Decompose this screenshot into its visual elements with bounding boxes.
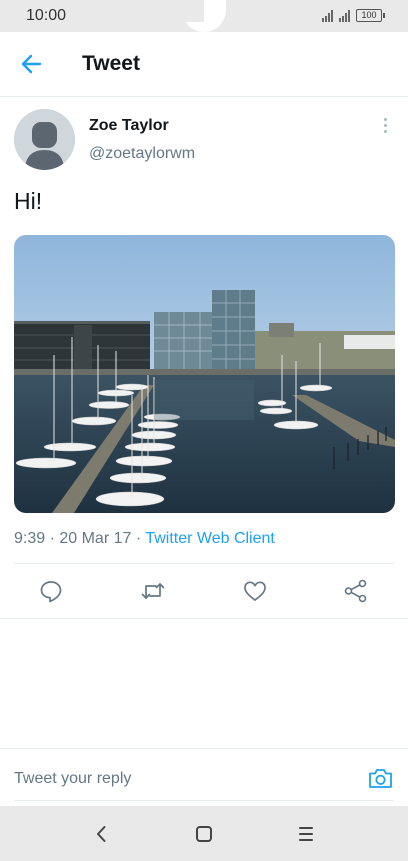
user-handle[interactable]: @zoetaylorwm	[89, 145, 195, 163]
status-icons: 100	[322, 9, 385, 22]
tweet-text: Hi!	[14, 188, 43, 214]
battery-icon: 100	[356, 9, 385, 22]
retweet-button[interactable]	[140, 578, 166, 604]
divider	[14, 800, 394, 801]
reply-input[interactable]	[14, 766, 354, 792]
nav-menu-button[interactable]	[294, 822, 318, 846]
tweet-timestamp: 9:39 · 20 Mar 17 ·	[14, 530, 146, 547]
camera-notch	[182, 0, 226, 32]
share-button[interactable]	[343, 578, 369, 604]
reply-button[interactable]	[38, 578, 64, 604]
system-nav-bar	[0, 806, 408, 861]
square-icon	[196, 826, 212, 842]
like-icon	[244, 581, 266, 601]
default-avatar-icon	[14, 109, 75, 170]
status-time: 10:00	[26, 7, 67, 24]
divider	[14, 563, 394, 564]
camera-button[interactable]	[367, 765, 394, 792]
avatar[interactable]	[14, 109, 75, 170]
reply-icon	[40, 581, 62, 603]
menu-icon	[299, 827, 313, 841]
app-header: Tweet	[0, 32, 408, 97]
dot-icon	[383, 118, 387, 121]
like-button[interactable]	[242, 578, 268, 604]
share-icon	[344, 579, 367, 603]
signal-icon	[322, 9, 333, 22]
signal-icon	[339, 9, 350, 22]
retweet-icon	[141, 583, 165, 599]
dot-icon	[383, 124, 387, 127]
status-bar: 10:00 100	[0, 0, 408, 32]
tweet-photo[interactable]	[14, 235, 395, 513]
arrow-left-icon	[21, 54, 42, 74]
dot-icon	[383, 130, 387, 133]
tweet-meta: 9:39 · 20 Mar 17 · Twitter Web Client	[14, 530, 275, 548]
divider	[0, 618, 408, 619]
more-options-button[interactable]	[378, 118, 392, 136]
page-title: Tweet	[82, 52, 140, 75]
camera-icon	[369, 769, 392, 788]
back-button[interactable]	[18, 50, 46, 78]
nav-back-button[interactable]	[90, 822, 114, 846]
user-name[interactable]: Zoe Taylor	[89, 117, 169, 135]
chevron-left-icon	[97, 826, 106, 842]
marina-photo-image	[14, 235, 395, 513]
divider	[0, 748, 408, 749]
tweet-source-link[interactable]: Twitter Web Client	[145, 530, 275, 547]
nav-home-button[interactable]	[192, 822, 216, 846]
